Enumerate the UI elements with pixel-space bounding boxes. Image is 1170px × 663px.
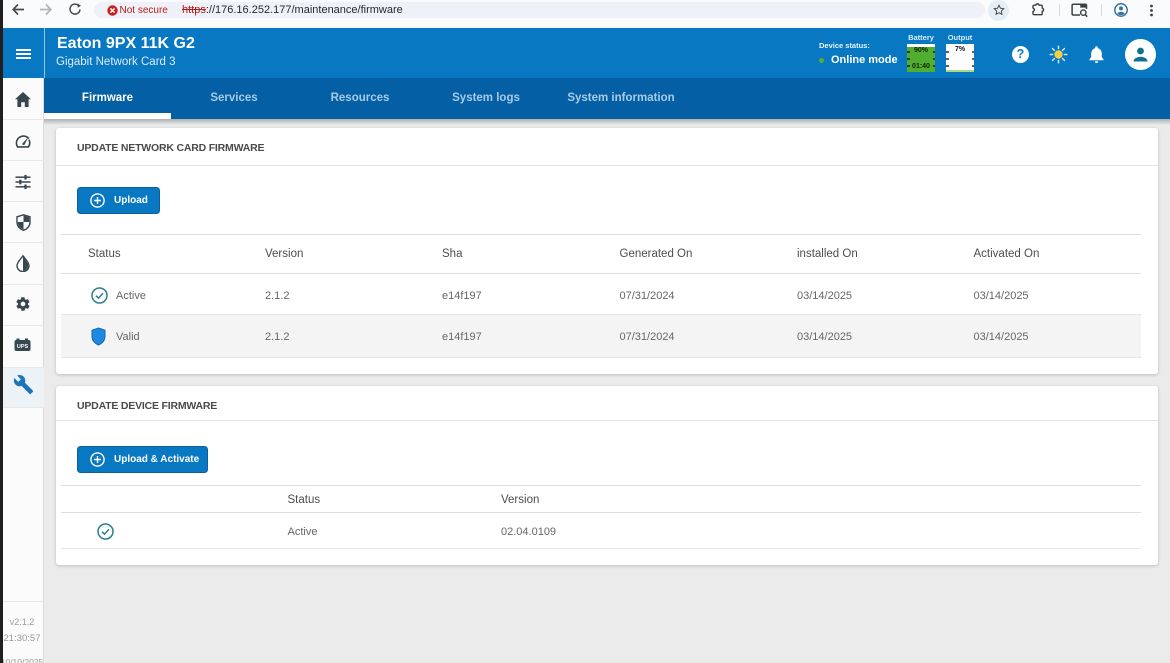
svg-text:UPS: UPS xyxy=(17,344,29,350)
